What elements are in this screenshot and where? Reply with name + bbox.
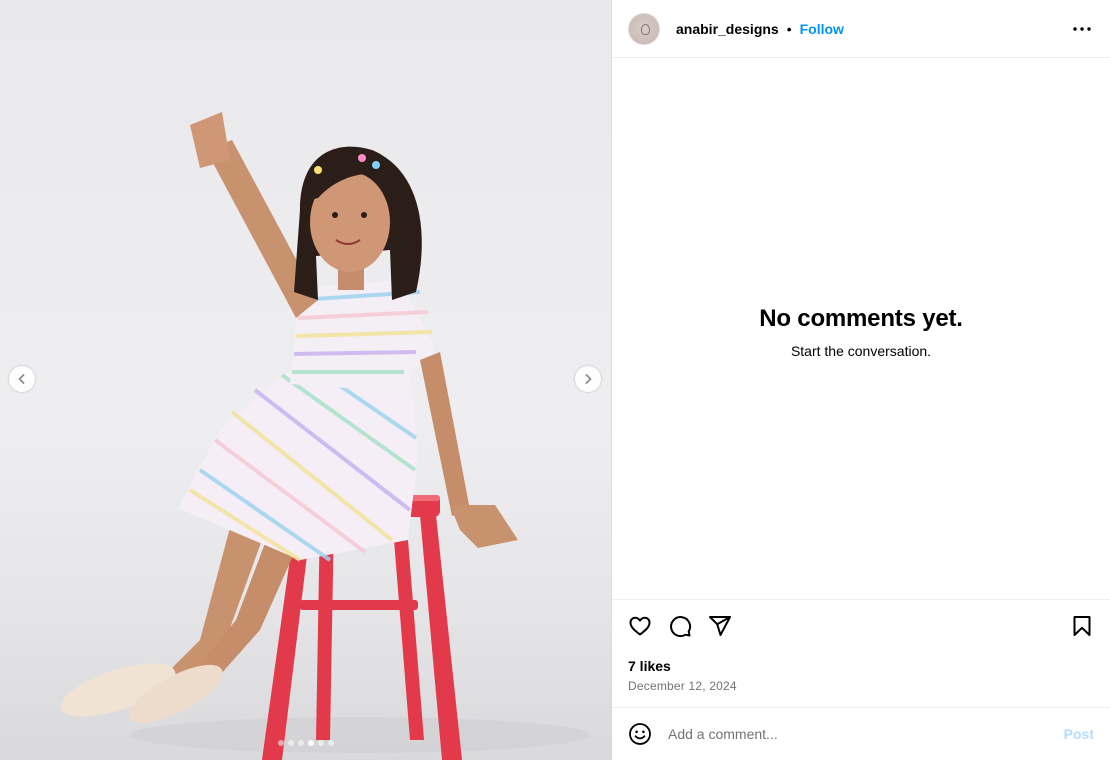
next-slide-button[interactable]	[575, 366, 601, 392]
empty-comments-subtitle: Start the conversation.	[790, 343, 932, 359]
likes-count[interactable]: 7 likes	[628, 658, 1094, 674]
post-media	[0, 0, 611, 760]
post-dialog: anabir_designs • Follow No comments yet.…	[0, 0, 1110, 760]
action-bar	[628, 610, 1094, 642]
post-side-panel: anabir_designs • Follow No comments yet.…	[611, 0, 1110, 760]
post-header: anabir_designs • Follow	[612, 0, 1110, 58]
paper-plane-icon[interactable]	[708, 614, 732, 638]
post-actions-section: 7 likes December 12, 2024	[612, 599, 1110, 707]
comment-input[interactable]	[668, 726, 1064, 742]
smiley-icon[interactable]	[628, 722, 652, 746]
comment-bubble-icon[interactable]	[668, 614, 692, 638]
post-photo	[60, 112, 590, 760]
post-date[interactable]: December 12, 2024	[628, 679, 1094, 707]
carousel-indicator	[0, 740, 611, 746]
empty-comments-title: No comments yet.	[759, 305, 963, 332]
carousel-dot	[277, 740, 284, 746]
carousel-dot	[327, 740, 334, 746]
bookmark-icon[interactable]	[1070, 614, 1094, 638]
more-options-button[interactable]	[1070, 17, 1094, 41]
comments-section: No comments yet. Start the conversation.	[612, 58, 1110, 599]
more-horizontal-icon	[1073, 26, 1091, 31]
avatar[interactable]	[628, 12, 660, 45]
carousel-dot	[287, 740, 294, 746]
comment-composer: Post	[612, 707, 1110, 760]
chevron-right-icon	[585, 374, 592, 384]
follow-button[interactable]: Follow	[800, 21, 844, 37]
previous-slide-button[interactable]	[9, 366, 35, 392]
separator-dot: •	[786, 20, 792, 37]
post-comment-button[interactable]: Post	[1064, 726, 1094, 742]
carousel-dot	[297, 740, 304, 746]
carousel-dot-active	[307, 740, 314, 746]
carousel-dot	[317, 740, 324, 746]
heart-icon[interactable]	[628, 614, 652, 638]
username-link[interactable]: anabir_designs	[676, 21, 779, 37]
chevron-left-icon	[18, 374, 25, 384]
